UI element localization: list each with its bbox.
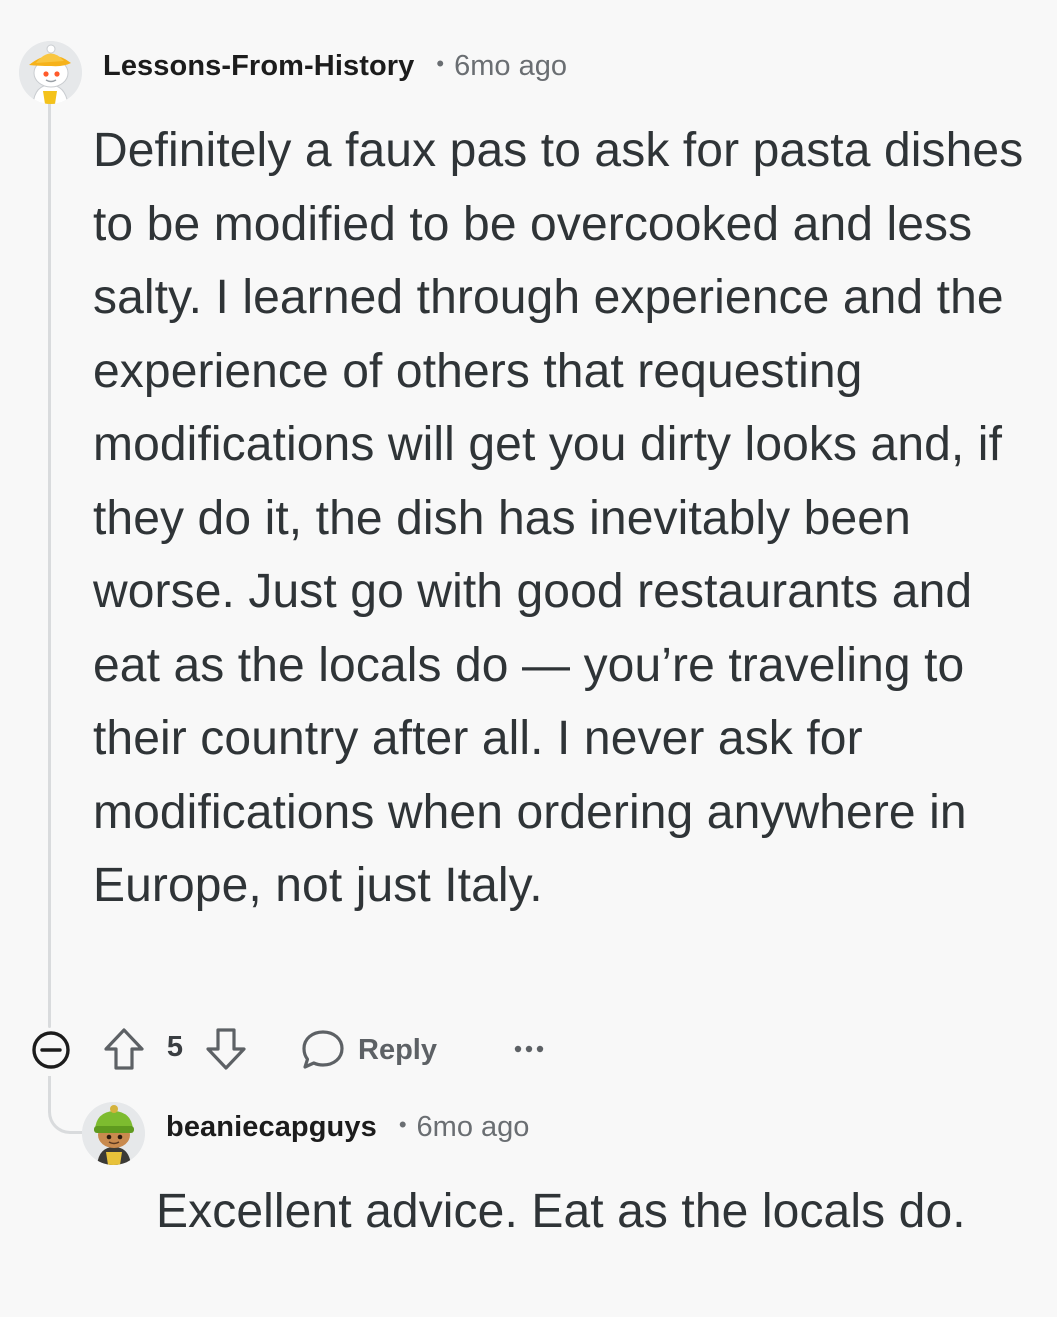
downvote-button[interactable] [204,1026,248,1072]
snoo-avatar-yellow-hat-icon[interactable] [19,41,82,104]
reply-header: beaniecapguys • 6mo ago [166,1107,529,1147]
snoo-avatar-green-beanie-icon[interactable] [82,1102,145,1165]
upvote-arrow-icon [104,1028,144,1070]
thread-branch-line [48,1076,82,1134]
reply-button[interactable]: Reply [300,1026,450,1074]
reply-timestamp: 6mo ago [416,1110,530,1143]
more-dots-icon [514,1045,544,1053]
comment-body: Definitely a faux pas to ask for pasta d… [93,124,1024,912]
comment-thread: Lessons-From-History • 6mo ago Definitel… [0,0,1057,1317]
meta-separator: • [398,1112,407,1137]
comment-username[interactable]: Lessons-From-History [103,50,414,83]
vote-score: 5 [166,1031,184,1063]
more-options-button[interactable] [506,1034,552,1064]
comment-timestamp: 6mo ago [454,49,567,82]
comment-header: Lessons-From-History • 6mo ago [103,46,567,86]
collapse-minus-icon [32,1031,70,1069]
reply-body: Excellent advice. Eat as the locals do. [156,1185,966,1238]
collapse-button[interactable] [30,1029,72,1071]
thread-line[interactable] [48,102,51,1028]
reply-label: Reply [358,1033,437,1066]
speech-bubble-icon [302,1030,344,1069]
comment-action-bar: 5 Reply [0,1020,1057,1078]
reply-username[interactable]: beaniecapguys [166,1111,377,1144]
downvote-arrow-icon [206,1028,246,1070]
meta-separator: • [436,51,445,76]
upvote-button[interactable] [102,1026,146,1072]
